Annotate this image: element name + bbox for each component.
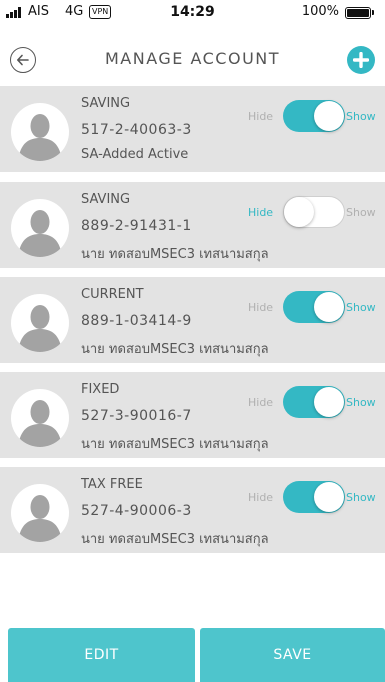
hide-label: Hide: [248, 110, 274, 123]
account-number: 517-2-40063-3: [81, 122, 192, 138]
avatar: [11, 199, 69, 257]
account-type: CURRENT: [81, 287, 144, 302]
visibility-toggle[interactable]: [283, 291, 345, 323]
account-name: นาย ทดสอบMSEC3 เทสนามสกุล: [81, 437, 269, 452]
account-number: 527-3-90016-7: [81, 408, 192, 424]
page-title: MANAGE ACCOUNT: [104, 49, 281, 68]
account-row: TAX FREE 527-4-90006-3 นาย ทดสอบMSEC3 เท…: [0, 467, 385, 553]
visibility-toggle[interactable]: [283, 481, 345, 513]
battery-icon: [345, 7, 371, 19]
status-bar: AIS 4G VPN 14:29 100%: [0, 0, 385, 26]
battery-percent: 100%: [301, 4, 339, 19]
account-row: FIXED 527-3-90016-7 นาย ทดสอบMSEC3 เทสนา…: [0, 372, 385, 458]
account-number: 889-1-03414-9: [81, 313, 192, 329]
visibility-toggle[interactable]: [283, 100, 345, 132]
avatar: [11, 484, 69, 542]
person-icon: [18, 305, 62, 352]
show-label: Show: [346, 491, 376, 504]
account-type: FIXED: [81, 382, 120, 397]
show-label: Show: [346, 301, 376, 314]
header: MANAGE ACCOUNT: [0, 34, 385, 86]
visibility-toggle[interactable]: [283, 386, 345, 418]
account-number: 889-2-91431-1: [81, 218, 192, 234]
plus-icon: [353, 52, 369, 68]
person-icon: [18, 495, 62, 542]
hide-label: Hide: [248, 206, 274, 219]
person-icon: [18, 400, 62, 447]
account-type: SAVING: [81, 96, 131, 111]
account-name: SA-Added Active: [81, 147, 189, 162]
add-account-button[interactable]: [347, 46, 375, 74]
edit-button[interactable]: EDIT: [8, 628, 195, 682]
account-row: SAVING 517-2-40063-3 SA-Added Active Hid…: [0, 86, 385, 172]
account-number: 527-4-90006-3: [81, 503, 192, 519]
person-icon: [18, 114, 62, 161]
save-button[interactable]: SAVE: [200, 628, 385, 682]
avatar: [11, 389, 69, 447]
battery-tip: [372, 10, 374, 15]
account-name: นาย ทดสอบMSEC3 เทสนามสกุล: [81, 532, 269, 547]
hide-label: Hide: [248, 301, 274, 314]
avatar: [11, 294, 69, 352]
toggle-knob: [314, 482, 344, 512]
show-label: Show: [346, 110, 376, 123]
visibility-toggle[interactable]: [283, 196, 345, 228]
show-label: Show: [346, 396, 376, 409]
account-row: CURRENT 889-1-03414-9 นาย ทดสอบMSEC3 เทส…: [0, 277, 385, 363]
toggle-knob: [284, 197, 314, 227]
account-type: SAVING: [81, 192, 131, 207]
account-name: นาย ทดสอบMSEC3 เทสนามสกุล: [81, 342, 269, 357]
toggle-knob: [314, 101, 344, 131]
hide-label: Hide: [248, 491, 274, 504]
show-label: Show: [346, 206, 376, 219]
toggle-knob: [314, 292, 344, 322]
account-name: นาย ทดสอบMSEC3 เทสนามสกุล: [81, 247, 269, 262]
hide-label: Hide: [248, 396, 274, 409]
person-icon: [18, 210, 62, 257]
toggle-knob: [314, 387, 344, 417]
account-type: TAX FREE: [81, 477, 143, 492]
bottom-actions: EDIT SAVE: [0, 628, 385, 682]
avatar: [11, 103, 69, 161]
account-row: SAVING 889-2-91431-1 นาย ทดสอบMSEC3 เทสน…: [0, 182, 385, 268]
